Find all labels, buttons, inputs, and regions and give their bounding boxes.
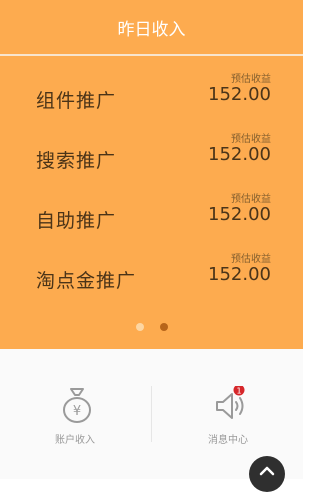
- page-dot[interactable]: [136, 323, 144, 331]
- income-row-taodianjin-promo[interactable]: 淘点金推广 预估收益 152.00: [0, 248, 303, 308]
- money-bag-icon: ¥: [59, 386, 95, 426]
- income-row-name: 搜索推广: [36, 150, 117, 172]
- income-row-name: 淘点金推广: [36, 270, 137, 292]
- scroll-up-button[interactable]: [249, 456, 285, 492]
- speaker-icon: 1: [212, 384, 248, 426]
- estimated-income-label: 预估收益: [231, 74, 271, 85]
- income-row-name: 组件推广: [36, 90, 117, 112]
- page-dot-active[interactable]: [160, 323, 168, 331]
- income-row-self-service-promo[interactable]: 自助推广 预估收益 152.00: [0, 188, 303, 248]
- income-amount: 152.00: [208, 144, 271, 165]
- income-row-name: 自助推广: [36, 210, 117, 232]
- account-income-button[interactable]: ¥ 账户收入: [25, 386, 125, 456]
- income-amount: 152.00: [208, 264, 271, 285]
- estimated-income-label: 预估收益: [231, 134, 271, 145]
- chevron-up-icon: [259, 466, 275, 476]
- income-row-search-promo[interactable]: 搜索推广 预估收益 152.00: [0, 128, 303, 188]
- message-center-label: 消息中心: [208, 435, 248, 446]
- nav-divider: [151, 386, 152, 442]
- header-divider: [0, 54, 303, 56]
- page-indicator: [136, 323, 168, 333]
- page-title: 昨日收入: [117, 19, 186, 40]
- svg-text:¥: ¥: [73, 404, 81, 419]
- income-row-widget-promo[interactable]: 组件推广 预估收益 152.00: [0, 68, 303, 128]
- income-amount: 152.00: [208, 84, 271, 105]
- message-badge: 1: [236, 387, 241, 396]
- estimated-income-label: 预估收益: [231, 194, 271, 205]
- income-amount: 152.00: [208, 204, 271, 225]
- estimated-income-label: 预估收益: [231, 254, 271, 265]
- message-center-button[interactable]: 1 消息中心: [178, 384, 278, 456]
- account-income-label: 账户收入: [55, 435, 95, 446]
